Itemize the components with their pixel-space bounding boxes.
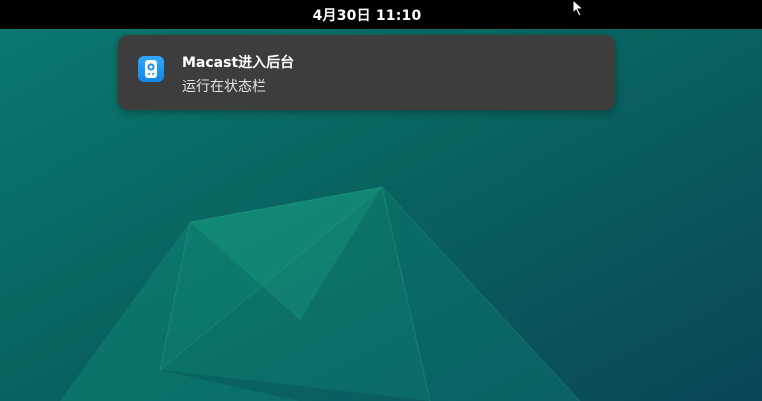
- notification-title: Macast进入后台: [182, 55, 295, 71]
- desktop: 4月30日 11:10 Macast进入后台 运行在状态栏: [0, 0, 762, 401]
- mouse-pointer-icon: [572, 0, 585, 17]
- top-bar: 4月30日 11:10: [0, 0, 762, 29]
- clock[interactable]: 4月30日 11:10: [313, 5, 422, 25]
- speaker-icon: [138, 56, 164, 82]
- notification-banner[interactable]: Macast进入后台 运行在状态栏: [118, 35, 615, 110]
- notification-body: 运行在状态栏: [182, 79, 266, 95]
